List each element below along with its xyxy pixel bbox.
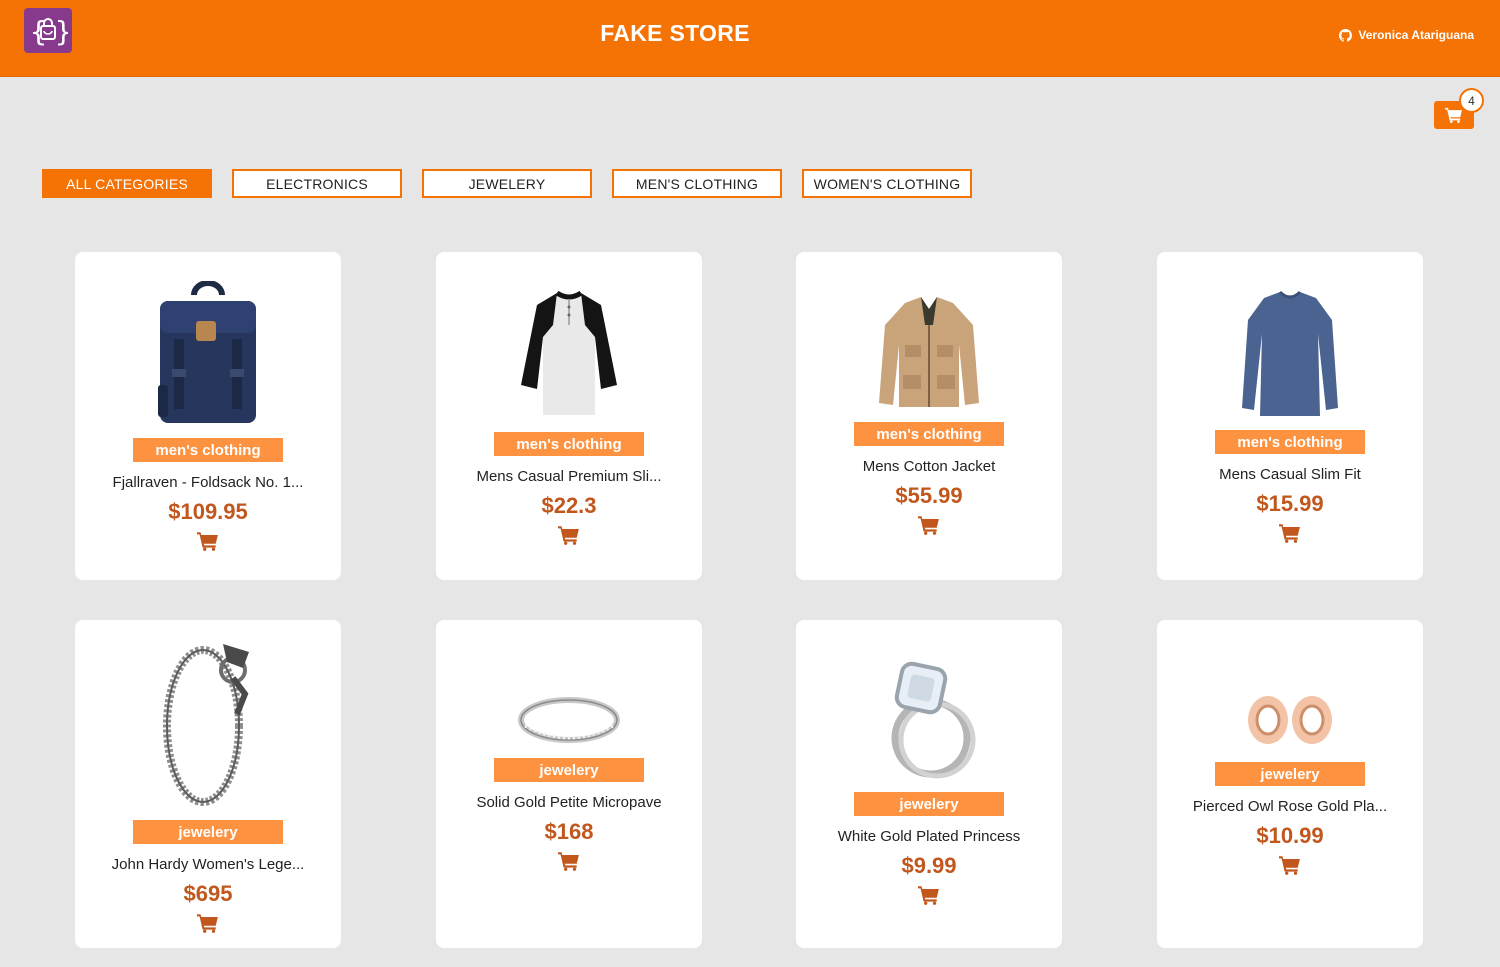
category-electronics-button[interactable]: ELECTRONICS	[232, 169, 402, 198]
add-to-cart-button[interactable]	[558, 851, 580, 876]
category-all-button[interactable]: ALL CATEGORIES	[42, 169, 212, 198]
cart-icon	[918, 516, 939, 535]
product-image[interactable]	[156, 252, 260, 428]
cart-icon	[558, 526, 579, 545]
longsleeve-shirt-image	[1242, 290, 1338, 416]
cart-icon	[918, 886, 939, 905]
product-title[interactable]: Pierced Owl Rose Gold Pla...	[1193, 798, 1387, 815]
product-image[interactable]	[1240, 252, 1340, 420]
product-price: $22.3	[541, 493, 597, 518]
product-price: $10.99	[1256, 823, 1324, 848]
product-card[interactable]: jewelery White Gold Plated Princess $9.9…	[796, 620, 1062, 948]
add-to-cart-button[interactable]	[197, 531, 219, 556]
product-title[interactable]: Solid Gold Petite Micropave	[476, 794, 661, 811]
product-card[interactable]: men's clothing Mens Casual Slim Fit $15.…	[1157, 252, 1423, 580]
product-category-badge: men's clothing	[854, 422, 1004, 446]
product-price: $15.99	[1256, 491, 1324, 516]
cart-icon	[197, 532, 218, 551]
github-icon	[1339, 28, 1353, 42]
add-to-cart-button[interactable]	[918, 515, 940, 540]
product-card[interactable]: jewelery John Hardy Women's Lege... $695	[75, 620, 341, 948]
product-image[interactable]	[153, 620, 263, 810]
category-filter-bar: ALL CATEGORIES ELECTRONICS JEWELERY MEN'…	[42, 169, 972, 198]
product-card[interactable]: jewelery Solid Gold Petite Micropave $16…	[436, 620, 702, 948]
product-category-badge: men's clothing	[494, 432, 644, 456]
category-womens-clothing-button[interactable]: WOMEN'S CLOTHING	[802, 169, 972, 198]
product-card[interactable]: men's clothing Mens Casual Premium Sli..…	[436, 252, 702, 580]
user-name: Veronica Atariguana	[1358, 28, 1474, 42]
ring-band-image	[518, 697, 620, 743]
product-image[interactable]	[877, 620, 981, 782]
user-link[interactable]: Veronica Atariguana	[1339, 28, 1474, 42]
cart-icon	[1279, 524, 1300, 543]
product-category-badge: jewelery	[1215, 762, 1365, 786]
product-price: $55.99	[895, 483, 963, 508]
product-price: $695	[183, 881, 233, 906]
engagement-ring-image	[891, 661, 976, 779]
category-jewelery-button[interactable]: JEWELERY	[422, 169, 592, 198]
cart-icon	[1445, 107, 1462, 123]
product-price: $109.95	[168, 499, 248, 524]
product-category-badge: men's clothing	[133, 438, 283, 462]
cart-icon	[1279, 856, 1300, 875]
product-image[interactable]	[517, 620, 621, 748]
add-to-cart-button[interactable]	[918, 885, 940, 910]
product-image[interactable]	[877, 252, 981, 412]
add-to-cart-button[interactable]	[1279, 855, 1301, 880]
product-image[interactable]	[1238, 620, 1342, 752]
raglan-shirt-image	[521, 290, 617, 415]
backpack-image	[158, 281, 256, 423]
product-category-badge: men's clothing	[1215, 430, 1365, 454]
add-to-cart-button[interactable]	[558, 525, 580, 550]
dragon-bracelet-image	[163, 644, 249, 806]
jacket-image	[879, 297, 979, 407]
cart-count-badge: 4	[1459, 88, 1484, 113]
ear-plugs-image	[1248, 696, 1332, 744]
product-title[interactable]: John Hardy Women's Lege...	[112, 856, 305, 873]
product-title[interactable]: Mens Cotton Jacket	[863, 458, 996, 475]
cart-icon	[558, 852, 579, 871]
product-title[interactable]: White Gold Plated Princess	[838, 828, 1021, 845]
category-mens-clothing-button[interactable]: MEN'S CLOTHING	[612, 169, 782, 198]
page-title: FAKE STORE	[600, 20, 750, 46]
product-category-badge: jewelery	[494, 758, 644, 782]
product-card[interactable]: men's clothing Mens Cotton Jacket $55.99	[796, 252, 1062, 580]
product-image[interactable]	[517, 252, 621, 422]
add-to-cart-button[interactable]	[1279, 523, 1301, 548]
top-navbar: { } FAKE STORE Veronica Atariguana	[0, 0, 1500, 77]
product-category-badge: jewelery	[854, 792, 1004, 816]
product-category-badge: jewelery	[133, 820, 283, 844]
product-price: $168	[544, 819, 594, 844]
product-title[interactable]: Mens Casual Slim Fit	[1219, 466, 1361, 483]
product-card[interactable]: jewelery Pierced Owl Rose Gold Pla... $1…	[1157, 620, 1423, 948]
product-title[interactable]: Mens Casual Premium Sli...	[476, 468, 661, 485]
product-price: $9.99	[901, 853, 957, 878]
product-card[interactable]: men's clothing Fjallraven - Foldsack No.…	[75, 252, 341, 580]
add-to-cart-button[interactable]	[197, 913, 219, 938]
cart-icon	[197, 914, 218, 933]
product-title[interactable]: Fjallraven - Foldsack No. 1...	[113, 474, 304, 491]
